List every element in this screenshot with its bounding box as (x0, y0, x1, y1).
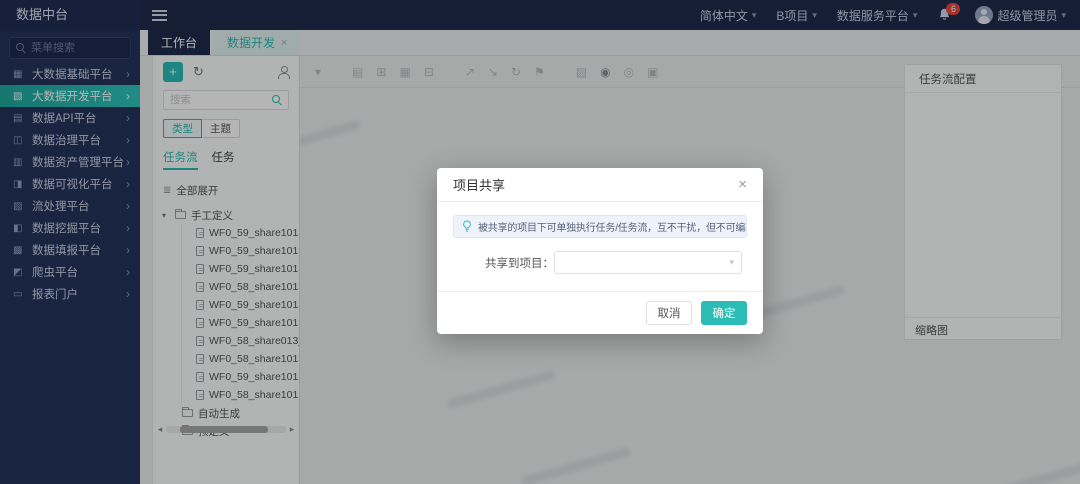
share-form-row: 共享到项目： ▾ (453, 251, 747, 274)
confirm-button[interactable]: 确定 (701, 301, 747, 325)
modal-header: 项目共享 × (437, 168, 763, 202)
info-alert-text: 被共享的项目下可单独执行任务/任务流，互不干扰，但不可编辑 (478, 219, 747, 234)
share-label: 共享到项目： (453, 255, 554, 271)
info-alert: 被共享的项目下可单独执行任务/任务流，互不干扰，但不可编辑 (453, 215, 747, 238)
modal-footer: 取消 确定 (437, 291, 763, 334)
project-select[interactable]: ▾ (554, 251, 742, 274)
bulb-icon (461, 220, 473, 233)
modal-body: 被共享的项目下可单独执行任务/任务流，互不干扰，但不可编辑 共享到项目： ▾ (437, 202, 763, 291)
app-root: 数据中台 ▦ 大数据基础平台 › ▧ 大数据开发平台 › ▤ (0, 0, 1080, 484)
close-icon[interactable]: × (738, 177, 747, 192)
chevron-down-icon: ▾ (729, 257, 734, 268)
cancel-button[interactable]: 取消 (646, 301, 692, 325)
modal-title: 项目共享 (453, 175, 505, 194)
project-share-modal: 项目共享 × 被共享的项目下可单独执行任务/任务流，互不干扰，但不可编辑 共享到… (437, 168, 763, 334)
